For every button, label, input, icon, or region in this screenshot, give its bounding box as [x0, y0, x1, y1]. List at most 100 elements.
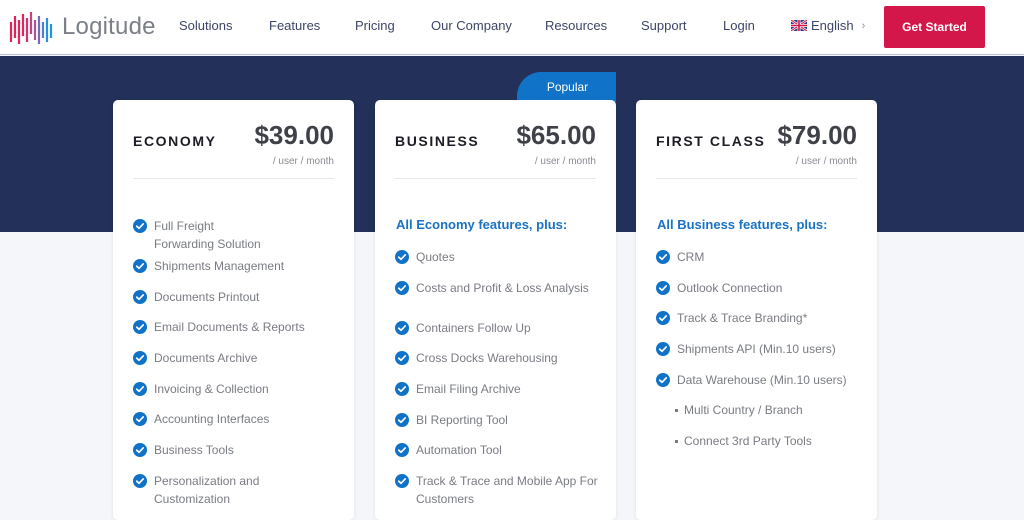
plan-card-first-class: FIRST CLASS $79.00 / user / month All Bu…: [636, 100, 877, 520]
feature-item: Quotes: [395, 248, 606, 279]
get-started-button[interactable]: Get Started: [884, 6, 985, 48]
feature-text: Accounting Interfaces: [154, 412, 270, 427]
feature-text: Documents Printout: [154, 289, 260, 304]
feature-text: Email Filing Archive: [416, 382, 521, 397]
feature-item: Shipments Management: [133, 257, 305, 288]
check-circle-icon: [133, 473, 147, 488]
language-selector[interactable]: English ›: [791, 18, 865, 33]
check-circle-icon: [133, 219, 147, 233]
language-label: English: [811, 18, 854, 33]
check-circle-icon: [395, 320, 409, 335]
feature-item: Business Tools: [133, 441, 305, 472]
plan-name: BUSINESS: [395, 133, 480, 149]
feature-item: Multi Country / Branch: [656, 401, 847, 432]
logo[interactable]: Logitude: [8, 8, 156, 46]
divider: [395, 178, 596, 179]
bullet-icon: [675, 409, 678, 413]
nav-our-company[interactable]: Our Company: [431, 18, 512, 33]
feature-text: Email Documents & Reports: [154, 320, 305, 335]
feature-text: BI Reporting Tool: [416, 412, 508, 427]
feature-item: CRM: [656, 248, 847, 279]
chevron-right-icon: ›: [861, 19, 866, 32]
feature-item: Documents Archive: [133, 349, 305, 380]
feature-item: Accounting Interfaces: [133, 410, 305, 441]
feature-text: Personalization and Customization: [154, 473, 260, 506]
check-circle-icon: [395, 351, 409, 366]
plan-price: $79.00: [777, 120, 857, 150]
features-subhead: All Economy features, plus:: [396, 217, 568, 232]
nav-support[interactable]: Support: [641, 18, 687, 33]
price-period: / user / month: [272, 156, 334, 167]
nav-resources[interactable]: Resources: [545, 18, 607, 33]
feature-item: Personalization and Customization: [133, 472, 305, 512]
check-circle-icon: [133, 289, 147, 304]
feature-text: Costs and Profit & Loss Analysis: [416, 280, 589, 295]
check-circle-icon: [656, 372, 670, 387]
feature-text: Connect 3rd Party Tools: [684, 434, 812, 449]
check-circle-icon: [656, 311, 670, 326]
popular-badge: Popular: [517, 72, 616, 102]
plan-card-business: BUSINESS $65.00 / user / month All Econo…: [375, 100, 616, 520]
feature-list: Full Freight Forwarding Solution Shipment…: [133, 217, 305, 512]
feature-text: Documents Archive: [154, 351, 258, 366]
feature-text: Quotes: [416, 250, 455, 264]
feature-item: Full Freight Forwarding Solution: [133, 217, 305, 257]
feature-item: BI Reporting Tool: [395, 411, 606, 442]
check-circle-icon: [133, 443, 147, 458]
feature-item: Shipments API (Min.10 users): [656, 340, 847, 371]
feature-text: Invoicing & Collection: [154, 381, 269, 396]
feature-item: Documents Printout: [133, 288, 305, 319]
feature-text: Track & Trace Branding*: [677, 311, 808, 326]
feature-text: Automation Tool: [416, 443, 502, 458]
feature-text: Cross Docks Warehousing: [416, 351, 558, 366]
bullet-icon: [675, 440, 678, 444]
feature-text: Data Warehouse (Min.10 users): [677, 372, 847, 387]
check-circle-icon: [395, 250, 409, 264]
check-circle-icon: [133, 412, 147, 427]
nav-solutions[interactable]: Solutions: [179, 18, 232, 33]
feature-item: Connect 3rd Party Tools: [656, 432, 847, 463]
feature-item: Outlook Connection: [656, 279, 847, 310]
feature-text: Outlook Connection: [677, 280, 783, 295]
feature-item: Automation Tool: [395, 441, 606, 472]
nav-pricing[interactable]: Pricing: [355, 18, 395, 33]
check-circle-icon: [133, 381, 147, 396]
feature-text: Shipments API (Min.10 users): [677, 342, 836, 357]
feature-text: Multi Country / Branch: [684, 403, 803, 418]
check-circle-icon: [395, 474, 409, 489]
divider: [656, 178, 857, 179]
nav-features[interactable]: Features: [269, 18, 320, 33]
feature-text: Business Tools: [154, 443, 234, 458]
feature-list: CRM Outlook Connection Track & Trace Brand…: [656, 248, 847, 463]
feature-text: Track & Trace and Mobile App For Custome…: [416, 474, 598, 507]
logo-icon: [9, 12, 53, 44]
check-circle-icon: [133, 259, 147, 273]
feature-item: Email Documents & Reports: [133, 318, 305, 349]
check-circle-icon: [395, 382, 409, 397]
plan-name: FIRST CLASS: [656, 133, 766, 149]
feature-text: Shipments Management: [154, 259, 285, 273]
check-circle-icon: [656, 280, 670, 295]
plan-price: $65.00: [516, 120, 596, 150]
site-header: Logitude Solutions Features Pricing Our …: [0, 0, 1024, 55]
check-circle-icon: [395, 280, 409, 295]
uk-flag-icon: [791, 20, 807, 31]
feature-item: Track & Trace and Mobile App For Custome…: [395, 472, 606, 512]
feature-item: Email Filing Archive: [395, 380, 606, 411]
feature-text: Full Freight Forwarding Solution: [154, 219, 261, 251]
feature-item: Track & Trace Branding*: [656, 309, 847, 340]
check-circle-icon: [656, 342, 670, 357]
check-circle-icon: [133, 320, 147, 335]
feature-item: Data Warehouse (Min.10 users): [656, 371, 847, 402]
check-circle-icon: [656, 250, 670, 264]
plan-price: $39.00: [254, 120, 334, 150]
plan-card-economy: ECONOMY $39.00 / user / month Full Freig…: [113, 100, 354, 520]
feature-item: Invoicing & Collection: [133, 380, 305, 411]
nav-login[interactable]: Login: [723, 18, 755, 33]
divider: [133, 178, 334, 179]
plan-name: ECONOMY: [133, 133, 217, 149]
feature-text: CRM: [677, 250, 705, 264]
check-circle-icon: [395, 412, 409, 427]
features-subhead: All Business features, plus:: [657, 217, 828, 232]
feature-item: Costs and Profit & Loss Analysis: [395, 279, 606, 319]
